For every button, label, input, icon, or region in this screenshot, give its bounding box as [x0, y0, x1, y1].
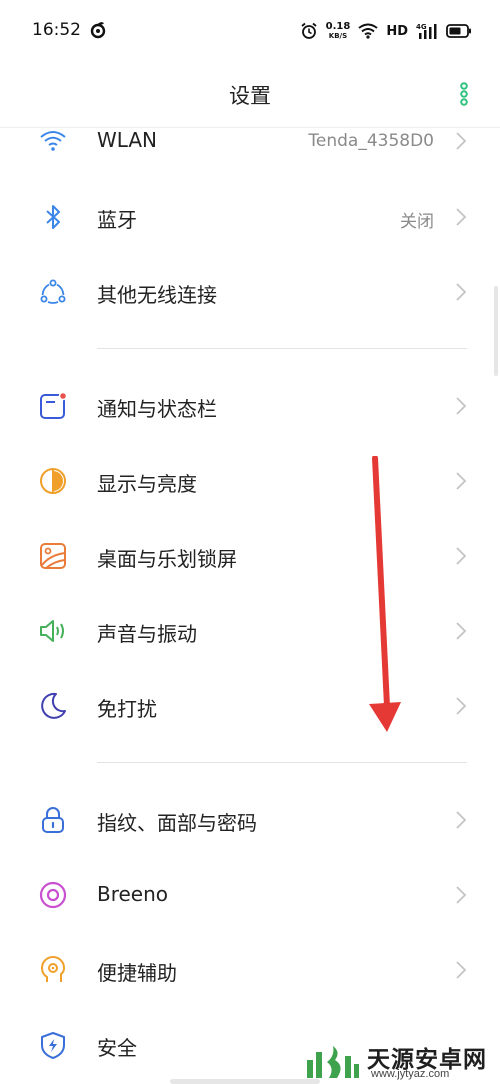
chevron-right-icon: [456, 132, 467, 150]
wireless-connections-icon: [40, 279, 66, 304]
battery-icon: [446, 24, 471, 38]
chevron-right-icon: [456, 283, 467, 301]
bluetooth-status: 关闭: [400, 212, 434, 232]
section-divider: [97, 762, 467, 763]
section-divider: [97, 348, 467, 349]
chevron-right-icon: [456, 397, 467, 415]
settings-item-label: 其他无线连接: [97, 283, 217, 307]
more-vertical-icon[interactable]: [458, 82, 470, 106]
network-speed-unit: KB/S: [328, 32, 348, 40]
watermark-url: www.jytyaz.com: [371, 1068, 450, 1080]
settings-item-display[interactable]: 显示与亮度: [0, 444, 500, 518]
settings-item-wlan[interactable]: WLAN Tenda_4358D0: [0, 104, 500, 178]
bluetooth-icon: [46, 205, 60, 229]
chevron-right-icon: [456, 547, 467, 565]
scrollbar-thumb[interactable]: [494, 286, 498, 376]
chevron-right-icon: [456, 886, 467, 904]
settings-item-label: 显示与亮度: [97, 472, 197, 496]
wlan-network-name: Tenda_4358D0: [308, 131, 434, 151]
assist-head-icon: [41, 956, 65, 982]
settings-item-label: 蓝牙: [97, 208, 137, 232]
cellular-signal-icon: 4G: [416, 23, 437, 39]
watermark: 天源安卓网 www.jytyaz.com: [305, 1040, 495, 1084]
red-down-arrow-annotation: [369, 456, 401, 732]
chevron-right-icon: [456, 622, 467, 640]
alarm-icon: [301, 22, 317, 39]
signal-label: 4G: [416, 23, 427, 31]
chevron-right-icon: [456, 697, 467, 715]
status-time: 16:52: [32, 20, 81, 40]
settings-item-sound[interactable]: 声音与振动: [0, 594, 500, 668]
lock-icon: [42, 807, 64, 833]
settings-item-bluetooth[interactable]: 蓝牙 关闭: [0, 180, 500, 254]
settings-item-label: 桌面与乐划锁屏: [97, 547, 237, 571]
settings-item-label: 指纹、面部与密码: [97, 811, 257, 835]
hd-label: HD: [386, 23, 408, 39]
settings-item-label: 声音与振动: [97, 622, 197, 646]
chevron-right-icon: [456, 961, 467, 979]
network-speed-value: 0.18: [325, 21, 351, 32]
chevron-right-icon: [456, 472, 467, 490]
settings-item-label: Breeno: [97, 882, 169, 906]
settings-item-convenience-assist[interactable]: 便捷辅助: [0, 933, 500, 1007]
settings-item-notifications[interactable]: 通知与状态栏: [0, 369, 500, 443]
wifi-status-icon: [358, 23, 378, 39]
chevron-right-icon: [456, 208, 467, 226]
speaker-icon: [40, 620, 64, 642]
settings-item-label: WLAN: [97, 128, 158, 152]
settings-item-fingerprint-face-password[interactable]: 指纹、面部与密码: [0, 783, 500, 857]
settings-item-label: 安全: [97, 1036, 137, 1060]
breeno-icon: [39, 881, 67, 909]
display-brightness-icon: [40, 468, 66, 494]
status-bar: 16:52 0.18 KB/S HD 4G: [0, 0, 500, 62]
wifi-icon: [40, 131, 66, 151]
status-icons: 0.18 KB/S HD 4G: [300, 18, 472, 44]
settings-item-do-not-disturb[interactable]: 免打扰: [0, 669, 500, 743]
notification-icon: [40, 391, 68, 419]
settings-item-label: 免打扰: [97, 697, 157, 721]
app-notification-icon: [90, 22, 106, 39]
bottom-gesture-handle: [170, 1079, 320, 1084]
settings-item-wallpaper-lockscreen[interactable]: 桌面与乐划锁屏: [0, 519, 500, 593]
settings-item-label: 便捷辅助: [97, 961, 177, 985]
wallpaper-icon: [40, 543, 66, 569]
watermark-logo-icon: [307, 1046, 359, 1078]
chevron-right-icon: [456, 811, 467, 829]
settings-item-label: 通知与状态栏: [97, 397, 217, 421]
settings-item-breeno[interactable]: Breeno: [0, 858, 500, 932]
network-speed: 0.18 KB/S: [325, 21, 351, 41]
security-shield-icon: [41, 1032, 65, 1059]
moon-icon: [41, 692, 66, 719]
settings-item-other-wireless[interactable]: 其他无线连接: [0, 255, 500, 329]
